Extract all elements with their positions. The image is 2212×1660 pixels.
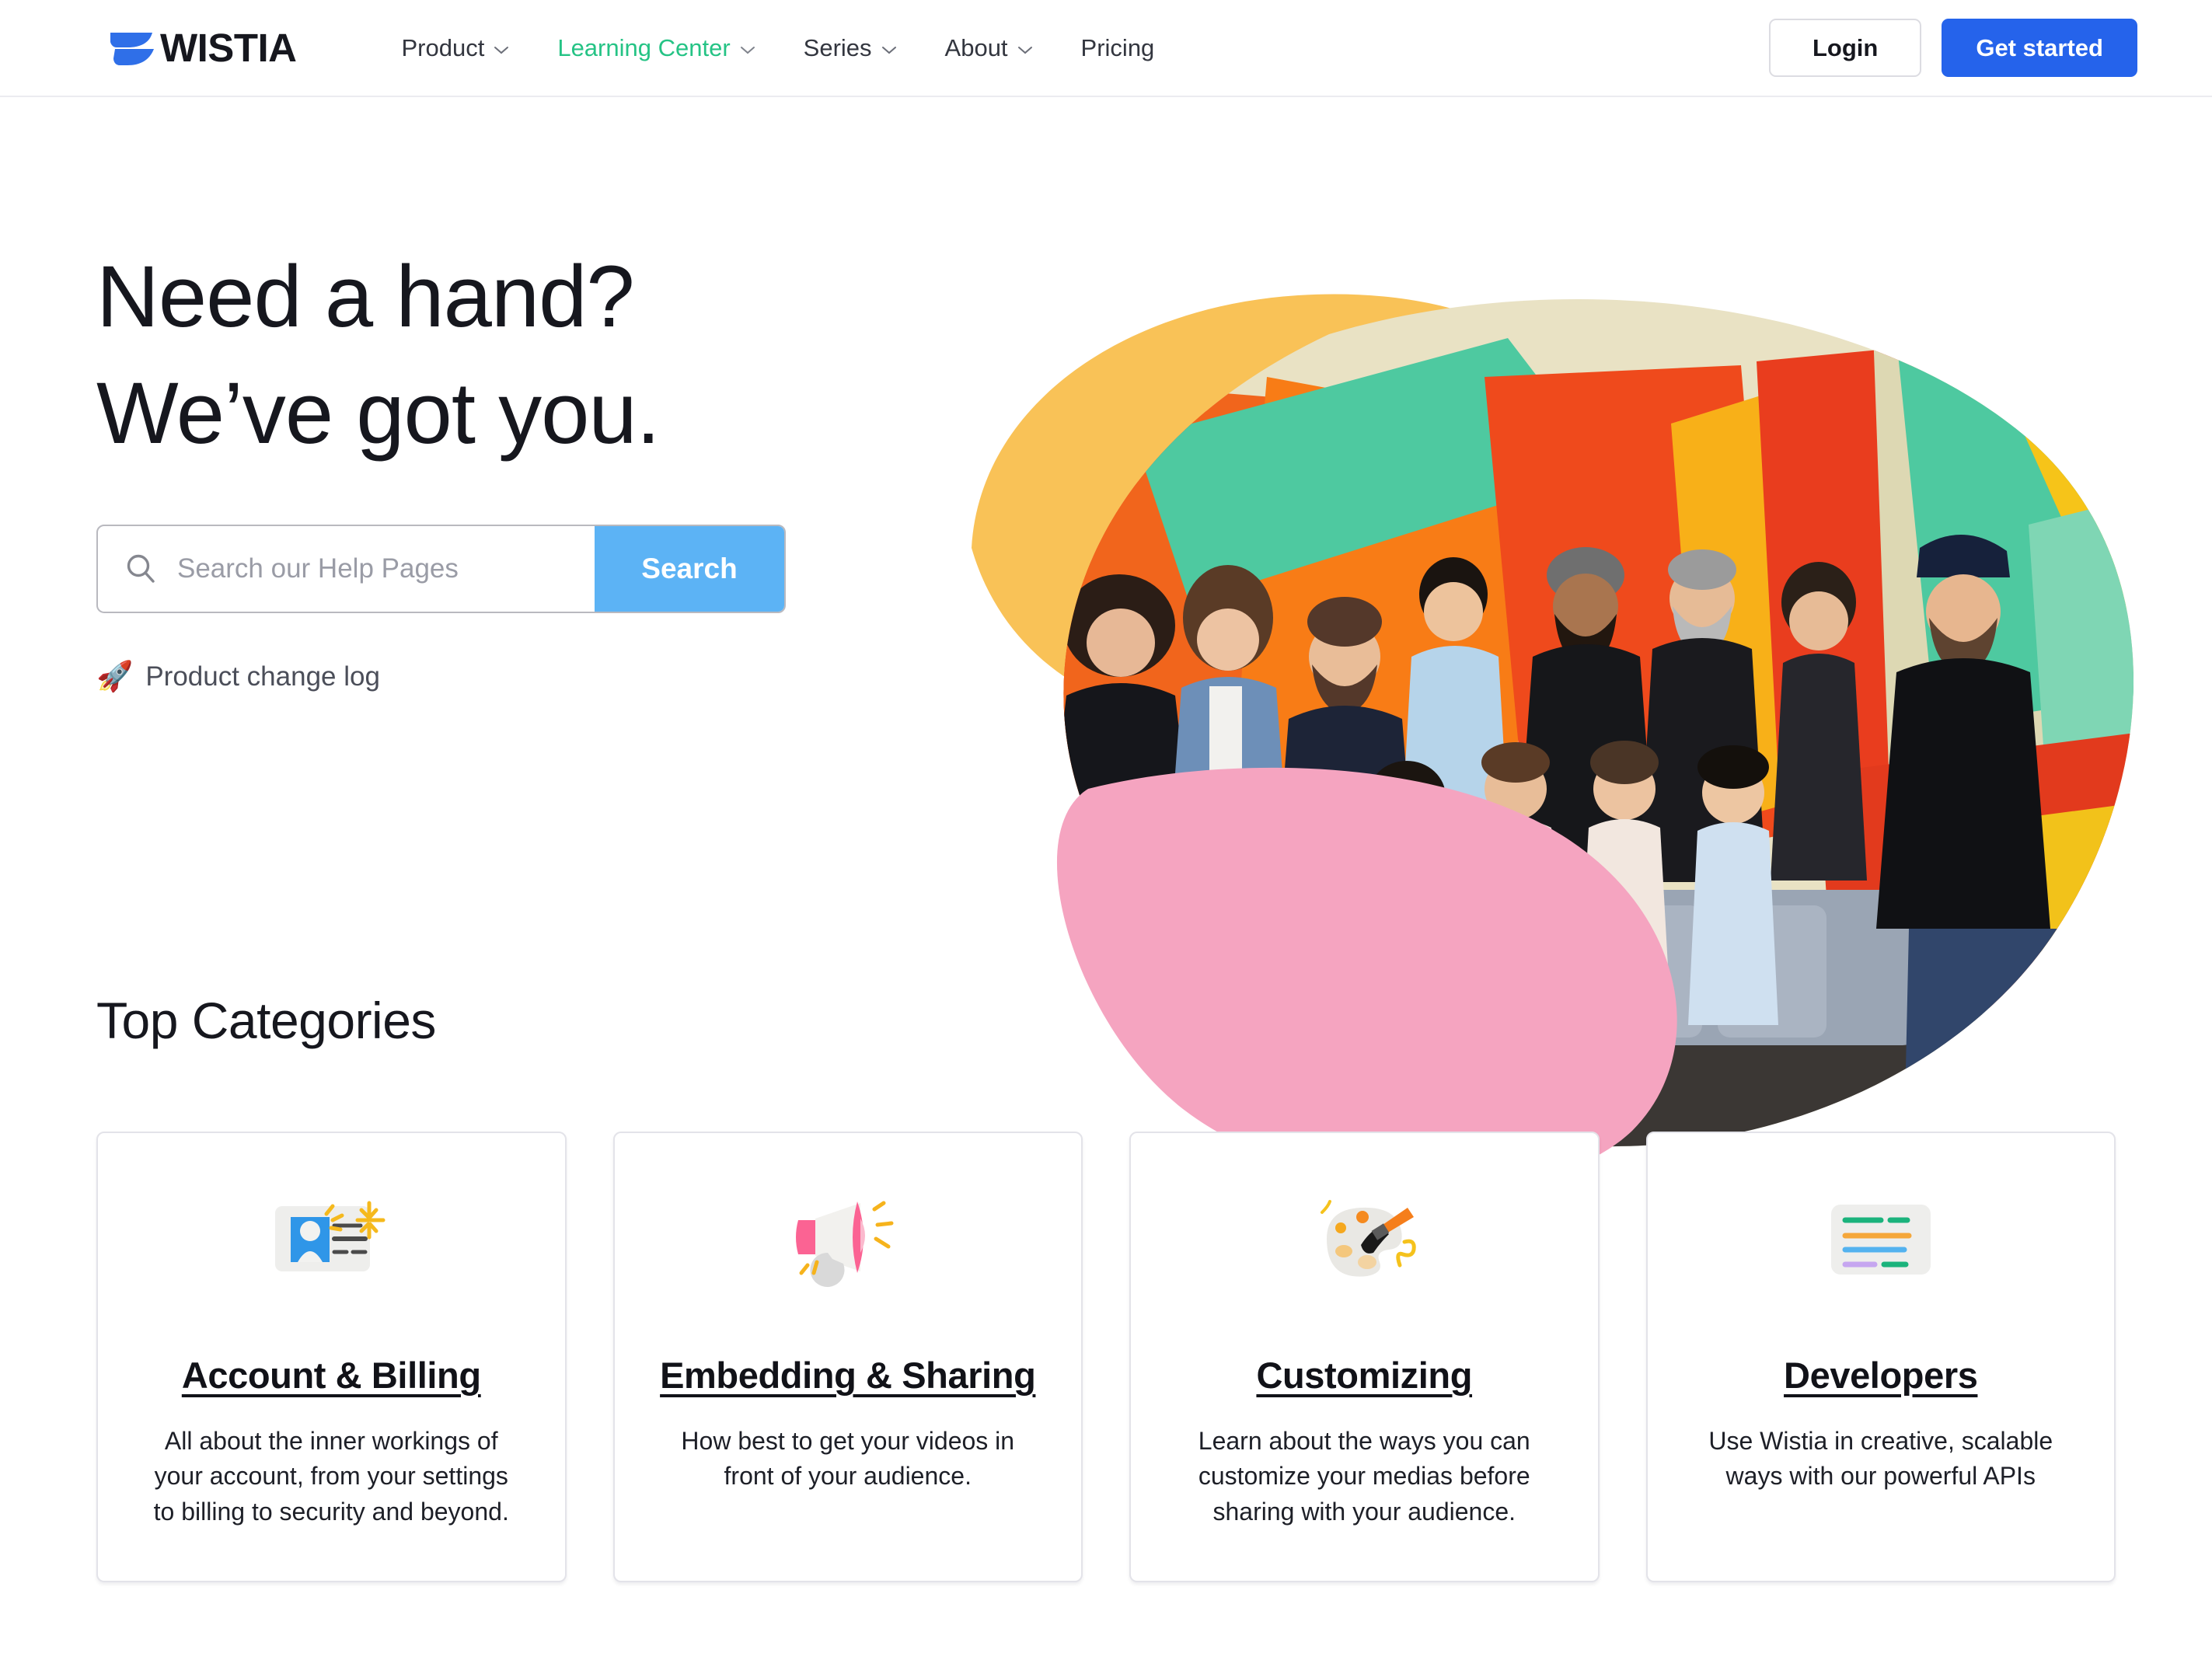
- search-input[interactable]: [177, 553, 595, 585]
- product-change-log-link[interactable]: 🚀 Product change log: [96, 661, 380, 692]
- top-categories-section: Top Categories Account & Billing All abo…: [0, 983, 2212, 1582]
- top-categories-heading: Top Categories: [96, 992, 436, 1049]
- get-started-button[interactable]: Get started: [1942, 19, 2137, 77]
- nav-item-pricing[interactable]: Pricing: [1057, 36, 1179, 60]
- wistia-wordmark: WISTIA: [160, 26, 297, 70]
- chevron-down-icon: [881, 45, 897, 54]
- category-title: Developers: [1784, 1355, 1978, 1396]
- rocket-icon: 🚀: [96, 661, 134, 694]
- category-title: Embedding & Sharing: [660, 1355, 1036, 1396]
- page-title: Need a hand? We’ve got you.: [96, 239, 912, 472]
- category-title: Customizing: [1256, 1355, 1473, 1396]
- nav-actions: Login Get started: [1768, 19, 2137, 77]
- code-lines-icon: [1813, 1191, 1949, 1292]
- paint-palette-icon: [1296, 1191, 1432, 1292]
- nav-item-learning-center-label: Learning Center: [557, 34, 731, 61]
- category-card-grid: Account & Billing All about the inner wo…: [96, 1132, 2116, 1582]
- wistia-logo[interactable]: WISTIA: [109, 26, 297, 70]
- nav-item-pricing-label: Pricing: [1080, 34, 1155, 61]
- hero-title-line-2: We’ve got you.: [96, 364, 661, 462]
- category-description: How best to get your videos in front of …: [681, 1426, 1015, 1491]
- search-button[interactable]: Search: [595, 526, 784, 612]
- category-title: Account & Billing: [181, 1355, 481, 1396]
- search-field: [98, 526, 595, 612]
- category-card-embedding-sharing[interactable]: Embedding & Sharing How best to get your…: [612, 1132, 1083, 1582]
- category-description: All about the inner workings of your acc…: [153, 1426, 509, 1526]
- id-card-icon: [263, 1191, 399, 1292]
- category-description: Learn about the ways you can customize y…: [1198, 1426, 1530, 1526]
- hero-title-line-1: Need a hand?: [96, 248, 635, 345]
- category-card-developers[interactable]: Developers Use Wistia in creative, scala…: [1645, 1132, 2116, 1582]
- nav-item-product[interactable]: Product: [377, 36, 533, 60]
- megaphone-icon: [780, 1191, 916, 1292]
- product-change-log-label: Product change log: [145, 661, 380, 692]
- search-icon: [124, 553, 157, 585]
- top-navigation-bar: WISTIA Product Learning Center Series Ab…: [0, 0, 2212, 97]
- nav-item-about-label: About: [944, 34, 1008, 61]
- hero-section: Need a hand? We’ve got you. Search 🚀 Pro…: [0, 97, 2212, 1190]
- hero-copy: Need a hand? We’ve got you. Search 🚀 Pro…: [96, 97, 912, 692]
- chevron-down-icon: [740, 45, 755, 54]
- category-card-customizing[interactable]: Customizing Learn about the ways you can…: [1129, 1132, 1600, 1582]
- chevron-down-icon: [1017, 45, 1033, 54]
- category-description: Use Wistia in creative, scalable ways wi…: [1708, 1426, 2053, 1491]
- nav-item-product-label: Product: [401, 34, 485, 61]
- nav-item-series[interactable]: Series: [780, 36, 921, 60]
- chevron-down-icon: [494, 45, 509, 54]
- category-card-account-billing[interactable]: Account & Billing All about the inner wo…: [96, 1132, 567, 1582]
- nav-item-series-label: Series: [803, 34, 872, 61]
- wistia-swoosh-logo-icon: [109, 28, 157, 68]
- nav-item-about[interactable]: About: [921, 36, 1057, 60]
- login-button[interactable]: Login: [1768, 19, 1922, 77]
- nav-item-learning-center[interactable]: Learning Center: [533, 36, 779, 60]
- help-search-form: Search: [96, 525, 786, 614]
- primary-nav: Product Learning Center Series About Pri…: [377, 36, 1178, 60]
